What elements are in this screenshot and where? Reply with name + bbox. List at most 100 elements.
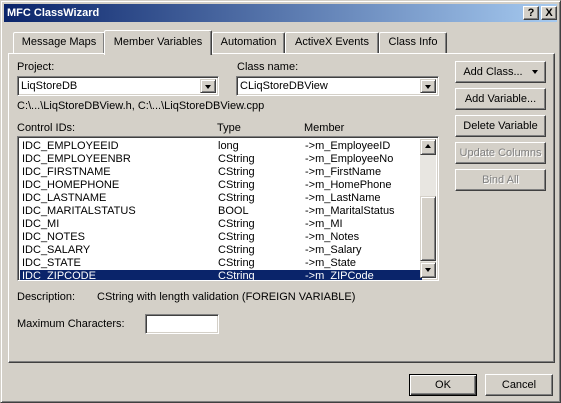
- close-icon: X: [545, 7, 553, 19]
- list-item[interactable]: IDC_MARITALSTATUS BOOL ->m_MaritalStatus: [20, 205, 422, 218]
- control-member: ->m_LastName: [305, 192, 381, 204]
- close-button[interactable]: X: [541, 6, 557, 20]
- list-item[interactable]: IDC_FIRSTNAME CString ->m_FirstName: [20, 166, 422, 179]
- class-name-label: Class name:: [237, 61, 299, 73]
- max-chars-input[interactable]: [145, 314, 219, 334]
- add-class-button[interactable]: Add Class...: [455, 61, 546, 83]
- description-text: CString with length validation (FOREIGN …: [97, 291, 356, 303]
- control-member: ->m_EmployeeNo: [305, 153, 394, 165]
- tab-label: Member Variables: [113, 36, 203, 48]
- control-id: IDC_FIRSTNAME: [22, 166, 111, 178]
- control-member: ->m_EmployeeID: [305, 140, 391, 152]
- tab-activex-events[interactable]: ActiveX Events: [285, 32, 379, 53]
- delete-variable-label: Delete Variable: [463, 120, 538, 132]
- add-variable-button[interactable]: Add Variable...: [455, 88, 546, 110]
- class-name-dropdown-button[interactable]: [420, 79, 436, 93]
- control-member: ->m_Notes: [305, 231, 360, 243]
- classwizard-window: MFC ClassWizard ? X Message Maps Member …: [0, 0, 561, 403]
- chevron-down-icon: [425, 268, 431, 272]
- add-variable-label: Add Variable...: [464, 93, 537, 105]
- control-id: IDC_MARITALSTATUS: [22, 205, 136, 217]
- type-header: Type: [217, 122, 241, 134]
- project-value: LiqStoreDB: [21, 80, 78, 92]
- control-id: IDC_SALARY: [22, 244, 91, 256]
- control-ids-header: Control IDs:: [17, 122, 76, 134]
- update-columns-button[interactable]: Update Columns: [455, 142, 546, 164]
- ok-button[interactable]: OK: [409, 374, 477, 396]
- max-chars-label: Maximum Characters:: [17, 318, 125, 330]
- bind-all-label: Bind All: [482, 174, 519, 186]
- control-type: long: [218, 140, 239, 152]
- tab-message-maps[interactable]: Message Maps: [13, 32, 105, 53]
- control-type: CString: [218, 231, 255, 243]
- control-type: CString: [218, 244, 255, 256]
- control-id: IDC_ZIPCODE: [22, 270, 96, 281]
- tab-member-variables[interactable]: Member Variables: [104, 30, 212, 55]
- tab-label: Class Info: [388, 36, 438, 48]
- list-item-selected[interactable]: IDC_ZIPCODE CString ->m_ZIPCode: [20, 270, 422, 281]
- chevron-down-icon: [531, 70, 538, 75]
- bind-all-button[interactable]: Bind All: [455, 169, 546, 191]
- update-columns-label: Update Columns: [459, 147, 542, 159]
- tab-automation[interactable]: Automation: [212, 32, 285, 53]
- list-item[interactable]: IDC_EMPLOYEENBR CString ->m_EmployeeNo: [20, 153, 422, 166]
- chevron-down-icon: [205, 85, 211, 89]
- title-bar: MFC ClassWizard: [4, 4, 557, 22]
- project-label: Project:: [17, 61, 55, 73]
- scroll-down-button[interactable]: [420, 262, 436, 278]
- list-item[interactable]: IDC_SALARY CString ->m_Salary: [20, 244, 422, 257]
- ok-label: OK: [435, 379, 451, 391]
- control-ids-list[interactable]: IDC_EMPLOYEEID long ->m_EmployeeID IDC_E…: [17, 136, 439, 281]
- scroll-up-button[interactable]: [420, 139, 436, 155]
- control-member: ->m_MaritalStatus: [305, 205, 395, 217]
- control-member: ->m_HomePhone: [305, 179, 392, 191]
- control-member: ->m_State: [305, 257, 357, 269]
- list-item[interactable]: IDC_EMPLOYEEID long ->m_EmployeeID: [20, 140, 422, 153]
- tab-label: ActiveX Events: [295, 36, 369, 48]
- chevron-up-icon: [425, 144, 431, 148]
- cancel-label: Cancel: [501, 379, 537, 391]
- project-combo[interactable]: LiqStoreDB: [17, 76, 219, 96]
- control-type: CString: [218, 257, 255, 269]
- list-item[interactable]: IDC_HOMEPHONE CString ->m_HomePhone: [20, 179, 422, 192]
- description-label: Description:: [17, 291, 76, 303]
- control-member: ->m_FirstName: [305, 166, 382, 178]
- class-name-value: CLiqStoreDBView: [240, 80, 328, 92]
- class-name-combo[interactable]: CLiqStoreDBView: [236, 76, 439, 96]
- control-type: BOOL: [218, 205, 249, 217]
- control-member: ->m_MI: [305, 218, 343, 230]
- control-id: IDC_MI: [22, 218, 60, 230]
- tab-label: Message Maps: [21, 36, 97, 48]
- chevron-down-icon: [425, 85, 431, 89]
- control-type: CString: [218, 166, 255, 178]
- tab-class-info[interactable]: Class Info: [379, 32, 447, 53]
- control-type: CString: [218, 153, 255, 165]
- control-id: IDC_EMPLOYEENBR: [22, 153, 131, 165]
- scroll-thumb[interactable]: [420, 196, 436, 261]
- cancel-button[interactable]: Cancel: [485, 374, 553, 396]
- member-header: Member: [304, 122, 345, 134]
- list-item[interactable]: IDC_MI CString ->m_MI: [20, 218, 422, 231]
- list-item[interactable]: IDC_LASTNAME CString ->m_LastName: [20, 192, 422, 205]
- list-item[interactable]: IDC_NOTES CString ->m_Notes: [20, 231, 422, 244]
- control-id: IDC_HOMEPHONE: [22, 179, 120, 191]
- control-id: IDC_STATE: [22, 257, 81, 269]
- control-member: ->m_Salary: [305, 244, 362, 256]
- files-path: C:\...\LiqStoreDBView.h, C:\...\LiqStore…: [17, 100, 265, 112]
- control-member: ->m_ZIPCode: [305, 270, 374, 281]
- list-item[interactable]: IDC_STATE CString ->m_State: [20, 257, 422, 270]
- help-icon: ?: [527, 7, 535, 19]
- control-type: CString: [218, 218, 255, 230]
- delete-variable-button[interactable]: Delete Variable: [455, 115, 546, 137]
- list-scrollbar[interactable]: [420, 139, 436, 278]
- tab-label: Automation: [220, 36, 277, 48]
- project-dropdown-button[interactable]: [200, 79, 216, 93]
- add-class-label: Add Class...: [463, 66, 523, 78]
- control-type: CString: [218, 179, 255, 191]
- control-type: CString: [218, 270, 255, 281]
- window-title: MFC ClassWizard: [7, 7, 100, 19]
- control-id: IDC_NOTES: [22, 231, 85, 243]
- control-type: CString: [218, 192, 255, 204]
- control-id: IDC_EMPLOYEEID: [22, 140, 119, 152]
- help-button[interactable]: ?: [523, 6, 539, 20]
